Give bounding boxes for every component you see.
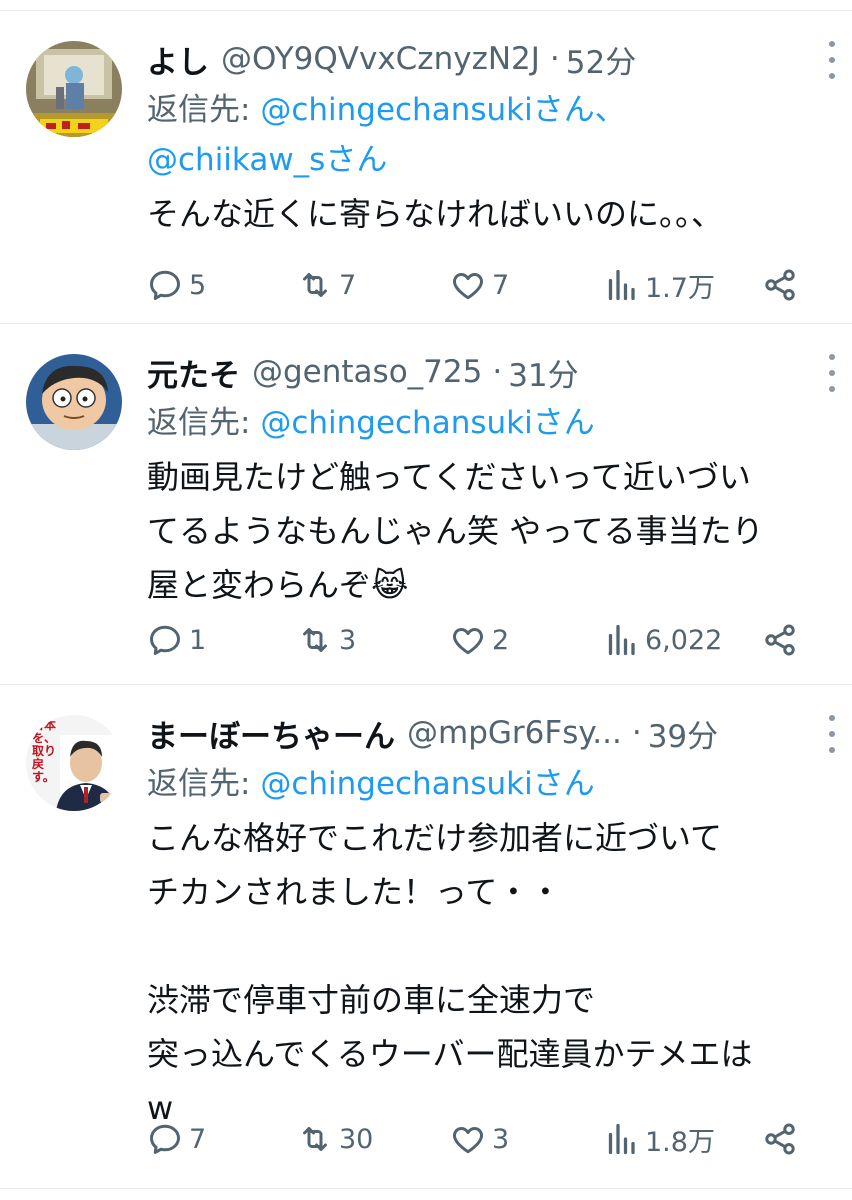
crying-laughing-cat-emoji: 😹 xyxy=(371,566,409,604)
tweet[interactable]: よし @OY9QVvxCznyzN2J · 52分 返信先: @chingech… xyxy=(0,11,852,324)
tweet-text-line: 屋と変わらんぞ xyxy=(147,566,372,604)
reply-mention-link[interactable]: @chingechansukiさん xyxy=(260,405,594,441)
tweet-text: 動画見たけど触ってくださいって近いづい てるようなもんじゃん笑 やってる事当たり屋… xyxy=(147,450,824,612)
user-handle[interactable]: @OY9QVvxCznyzN2J xyxy=(221,41,540,77)
share-button[interactable] xyxy=(762,618,798,662)
heart-icon xyxy=(453,1127,483,1154)
retweet-icon xyxy=(303,273,327,297)
reply-count: 5 xyxy=(189,269,207,301)
share-icon xyxy=(765,269,795,301)
views-button[interactable]: 1.8万 xyxy=(603,1117,715,1161)
views-count: 6,022 xyxy=(645,624,723,656)
reply-mention-link[interactable]: @chingechansukiさん xyxy=(260,766,594,802)
share-button[interactable] xyxy=(762,263,798,307)
like-button[interactable]: 2 xyxy=(450,618,509,662)
like-button[interactable]: 3 xyxy=(450,1117,509,1161)
more-options-icon[interactable] xyxy=(826,41,838,79)
reply-icon xyxy=(150,1124,180,1154)
avatar-slogan: 日本を、取り戻す。 xyxy=(32,718,57,784)
tweet-text: こんな格好でこれだけ参加者に近づいて チカンされました！って・・ 渋滞で停車寸前… xyxy=(147,819,753,1127)
views-icon xyxy=(608,624,635,656)
more-options-icon[interactable] xyxy=(826,715,838,753)
separator-dot: · xyxy=(631,715,642,751)
retweet-count: 3 xyxy=(339,624,357,656)
reply-button[interactable]: 1 xyxy=(147,618,206,662)
reply-count: 7 xyxy=(189,1123,207,1155)
avatar[interactable]: 日本を、取り戻す。 xyxy=(26,715,122,811)
tweet[interactable]: 元たそ @gentaso_725 · 31分 返信先: @chingechans… xyxy=(0,324,852,685)
display-name[interactable]: 元たそ xyxy=(147,350,240,395)
timestamp[interactable]: 31分 xyxy=(508,350,578,395)
tweet-text-line: てるようなもんじゃん笑 やってる事当たり xyxy=(147,512,764,550)
separator-dot: · xyxy=(492,354,503,390)
reply-prefix: 返信先: xyxy=(147,405,261,441)
reply-icon xyxy=(150,270,180,300)
tweet-text: そんな近くに寄らなければいいのに。。、 xyxy=(147,195,724,233)
reply-button[interactable]: 7 xyxy=(147,1117,206,1161)
user-handle[interactable]: @mpGr6Fsy... xyxy=(407,715,622,751)
action-bar: 1 3 2 6,022 xyxy=(147,618,798,662)
tweet-text-line: 動画見たけど触ってくださいって近いづい xyxy=(147,458,751,496)
reply-prefix: 返信先: xyxy=(147,92,261,128)
views-count: 1.8万 xyxy=(645,1126,715,1158)
retweet-button[interactable]: 30 xyxy=(297,1117,373,1161)
retweet-button[interactable]: 3 xyxy=(297,618,356,662)
tweet[interactable]: 日本を、取り戻す。 まーぼーちゃーん @mpGr6Fsy... · 39分 返信… xyxy=(0,685,852,1189)
heart-icon xyxy=(453,628,483,655)
reply-to-line: 返信先: @chingechansukiさん xyxy=(147,398,824,448)
like-count: 3 xyxy=(492,1123,510,1155)
display-name[interactable]: よし xyxy=(147,37,209,82)
reply-count: 1 xyxy=(189,624,207,656)
avatar[interactable] xyxy=(26,354,122,450)
heart-icon xyxy=(453,273,483,300)
display-name[interactable]: まーぼーちゃーん xyxy=(147,711,395,756)
reply-to-line: 返信先: @chingechansukiさん、 @chiikaw_sさん xyxy=(147,85,824,185)
action-bar: 7 30 3 1.8万 xyxy=(147,1117,798,1161)
reply-prefix: 返信先: xyxy=(147,766,261,802)
retweet-button[interactable]: 7 xyxy=(297,263,356,307)
like-count: 7 xyxy=(492,269,510,301)
timestamp[interactable]: 39分 xyxy=(648,711,718,756)
retweet-icon xyxy=(303,1127,327,1151)
top-divider xyxy=(0,0,852,11)
like-button[interactable]: 7 xyxy=(450,263,509,307)
views-count: 1.7万 xyxy=(645,272,715,304)
reply-icon xyxy=(150,625,180,655)
avatar[interactable] xyxy=(26,41,122,137)
retweet-icon xyxy=(303,628,327,652)
like-count: 2 xyxy=(492,624,510,656)
reply-mention-link[interactable]: @chingechansukiさん、 xyxy=(260,92,625,128)
views-button[interactable]: 6,022 xyxy=(603,618,722,662)
user-handle[interactable]: @gentaso_725 xyxy=(252,354,482,390)
retweet-count: 30 xyxy=(339,1123,374,1155)
separator-dot: · xyxy=(549,41,560,77)
views-icon xyxy=(608,269,635,301)
reply-to-line: 返信先: @chingechansukiさん xyxy=(147,759,824,809)
views-icon xyxy=(608,1123,635,1155)
share-icon xyxy=(765,1123,795,1155)
views-button[interactable]: 1.7万 xyxy=(603,263,715,307)
retweet-count: 7 xyxy=(339,269,357,301)
more-options-icon[interactable] xyxy=(826,354,838,392)
share-icon xyxy=(765,624,795,656)
share-button[interactable] xyxy=(762,1117,798,1161)
reply-mention-link[interactable]: @chiikaw_sさん xyxy=(147,142,387,178)
action-bar: 5 7 7 1.7万 xyxy=(147,263,798,307)
timestamp[interactable]: 52分 xyxy=(566,37,636,82)
reply-button[interactable]: 5 xyxy=(147,263,206,307)
